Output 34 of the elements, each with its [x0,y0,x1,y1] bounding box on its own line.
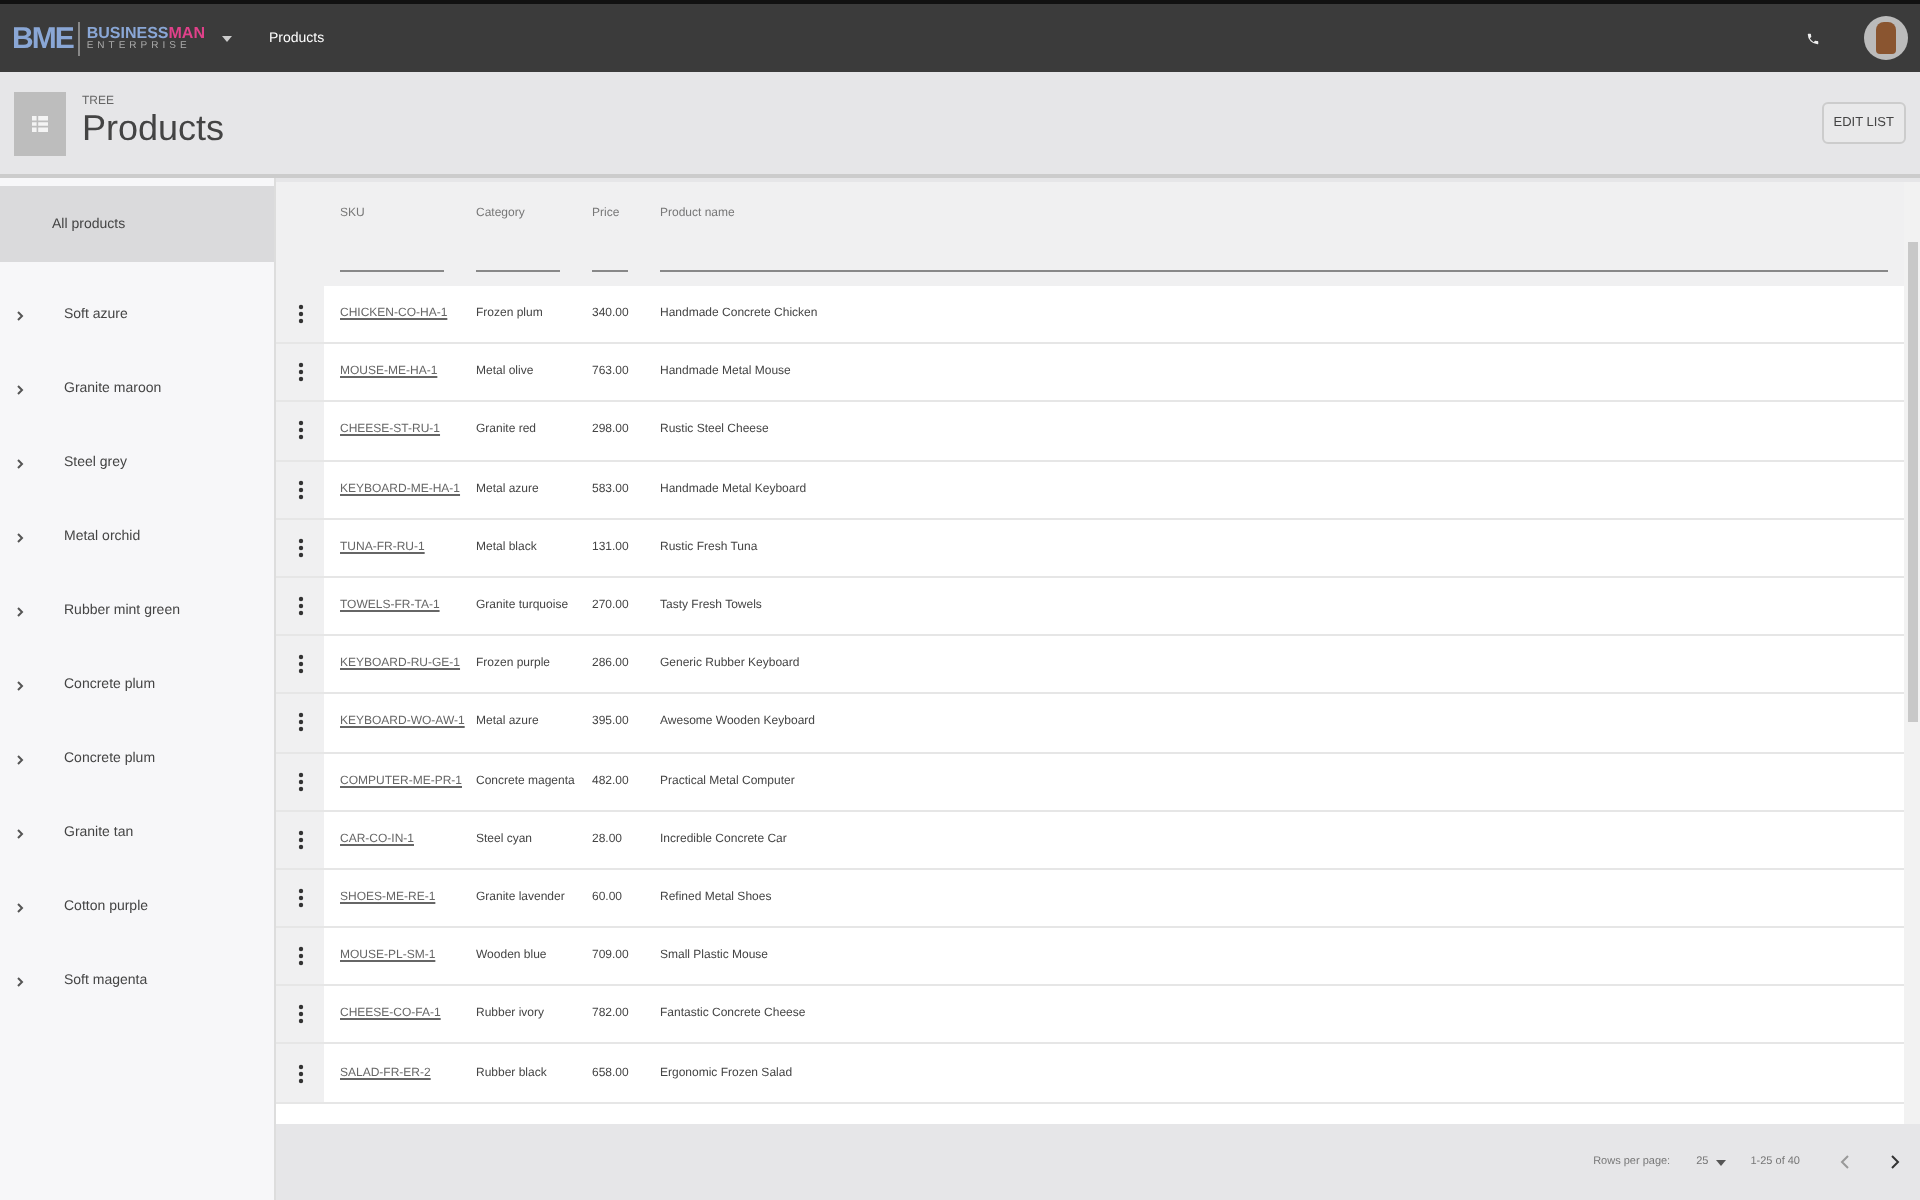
more-icon[interactable] [297,537,303,558]
more-icon[interactable] [297,771,303,792]
chevron-icon[interactable] [16,679,26,691]
next-page-icon[interactable] [1890,1154,1900,1170]
page-title: Products [82,108,225,150]
more-icon[interactable] [297,1063,303,1084]
caret-icon[interactable] [222,35,233,41]
chevron-icon[interactable] [16,901,26,913]
list-icon [14,91,66,155]
chevron-icon[interactable] [16,605,26,617]
more-icon[interactable] [297,712,303,733]
more-icon[interactable] [297,420,303,441]
chevron-icon[interactable] [16,531,26,543]
logo-name: BUSINESSMAN [86,25,205,41]
logo-mark: BME [12,21,81,55]
chevron-icon[interactable] [16,753,26,765]
chevron-icon[interactable] [16,827,26,839]
phone-icon[interactable] [1806,31,1820,45]
caret-icon[interactable] [1716,1159,1727,1165]
more-icon[interactable] [297,654,303,675]
more-icon[interactable] [297,596,303,617]
more-icon[interactable] [297,887,303,908]
chevron-icon[interactable] [16,457,26,469]
more-icon[interactable] [297,946,303,967]
more-icon[interactable] [297,829,303,850]
more-icon[interactable] [297,304,303,325]
chevron-icon[interactable] [16,309,26,321]
scrollbar[interactable] [1904,182,1920,1124]
more-icon[interactable] [297,1004,303,1025]
more-icon[interactable] [297,479,303,500]
chevron-icon[interactable] [16,383,26,395]
chevron-icon[interactable] [16,975,26,987]
more-icon[interactable] [297,362,303,383]
avatar[interactable] [1864,16,1908,60]
